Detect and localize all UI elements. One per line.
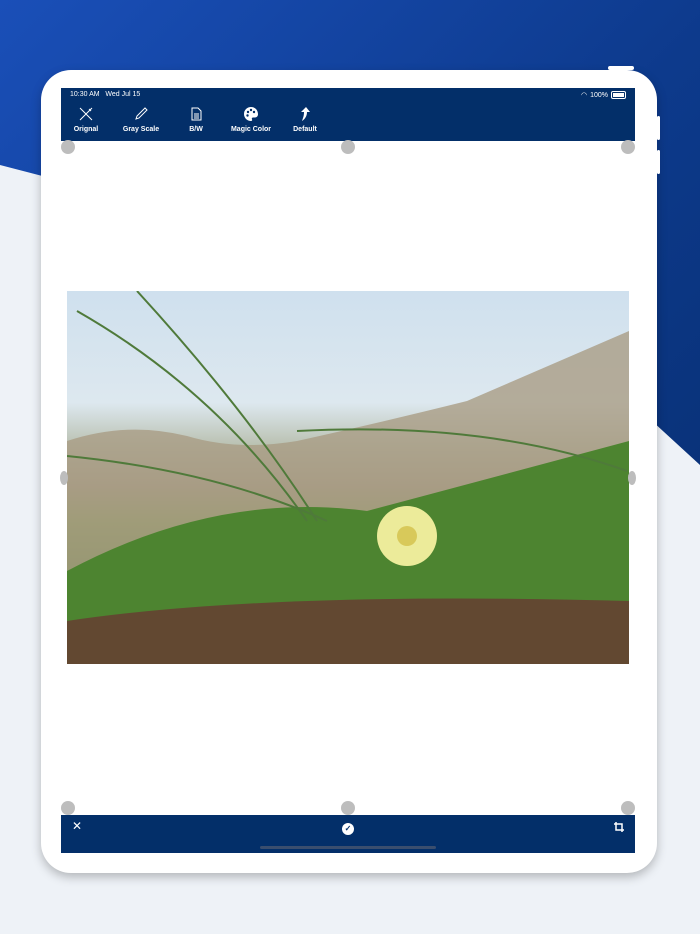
crop-handle-top[interactable] bbox=[341, 140, 355, 154]
battery-icon bbox=[611, 91, 626, 99]
screen: 10:30 AM Wed Jul 15 ◠ 100% Orignal Gray … bbox=[60, 88, 636, 853]
palette-icon bbox=[244, 107, 258, 121]
crop-handle-bottom[interactable] bbox=[341, 801, 355, 815]
crop-icon[interactable] bbox=[614, 822, 624, 832]
filter-bw-button[interactable]: B/W bbox=[166, 106, 226, 133]
filter-grayscale-button[interactable]: Gray Scale bbox=[111, 106, 171, 133]
status-right: ◠ 100% bbox=[581, 91, 626, 99]
volume-down-button bbox=[657, 150, 660, 174]
power-button bbox=[608, 66, 634, 70]
crop-handle-top-left[interactable] bbox=[61, 140, 75, 154]
wand-off-icon bbox=[79, 107, 93, 121]
battery-text: 100% bbox=[590, 91, 608, 99]
home-indicator bbox=[260, 846, 436, 849]
filter-toolbar: 10:30 AM Wed Jul 15 ◠ 100% Orignal Gray … bbox=[61, 88, 635, 141]
status-time: 10:30 AM Wed Jul 15 bbox=[70, 91, 141, 98]
bottom-action-bar: ✕ ✓ bbox=[61, 815, 635, 853]
volume-up-button bbox=[657, 116, 660, 140]
filter-original-button[interactable]: Orignal bbox=[56, 106, 116, 133]
crop-handle-bottom-right[interactable] bbox=[621, 801, 635, 815]
crop-handle-left[interactable] bbox=[60, 471, 68, 485]
filter-default-button[interactable]: Default bbox=[275, 106, 335, 133]
confirm-check-icon[interactable]: ✓ bbox=[342, 823, 354, 835]
crop-handle-right[interactable] bbox=[628, 471, 636, 485]
arrow-up-icon bbox=[301, 107, 310, 121]
flower-photo bbox=[67, 291, 629, 664]
wifi-icon: ◠ bbox=[580, 92, 588, 99]
pencil-icon bbox=[135, 107, 148, 120]
document-icon bbox=[191, 107, 202, 121]
crop-handle-bottom-left[interactable] bbox=[61, 801, 75, 815]
close-icon[interactable]: ✕ bbox=[72, 819, 82, 833]
crop-handle-top-right[interactable] bbox=[621, 140, 635, 154]
filter-magic-color-button[interactable]: Magic Color bbox=[221, 106, 281, 133]
document-image bbox=[67, 291, 629, 664]
